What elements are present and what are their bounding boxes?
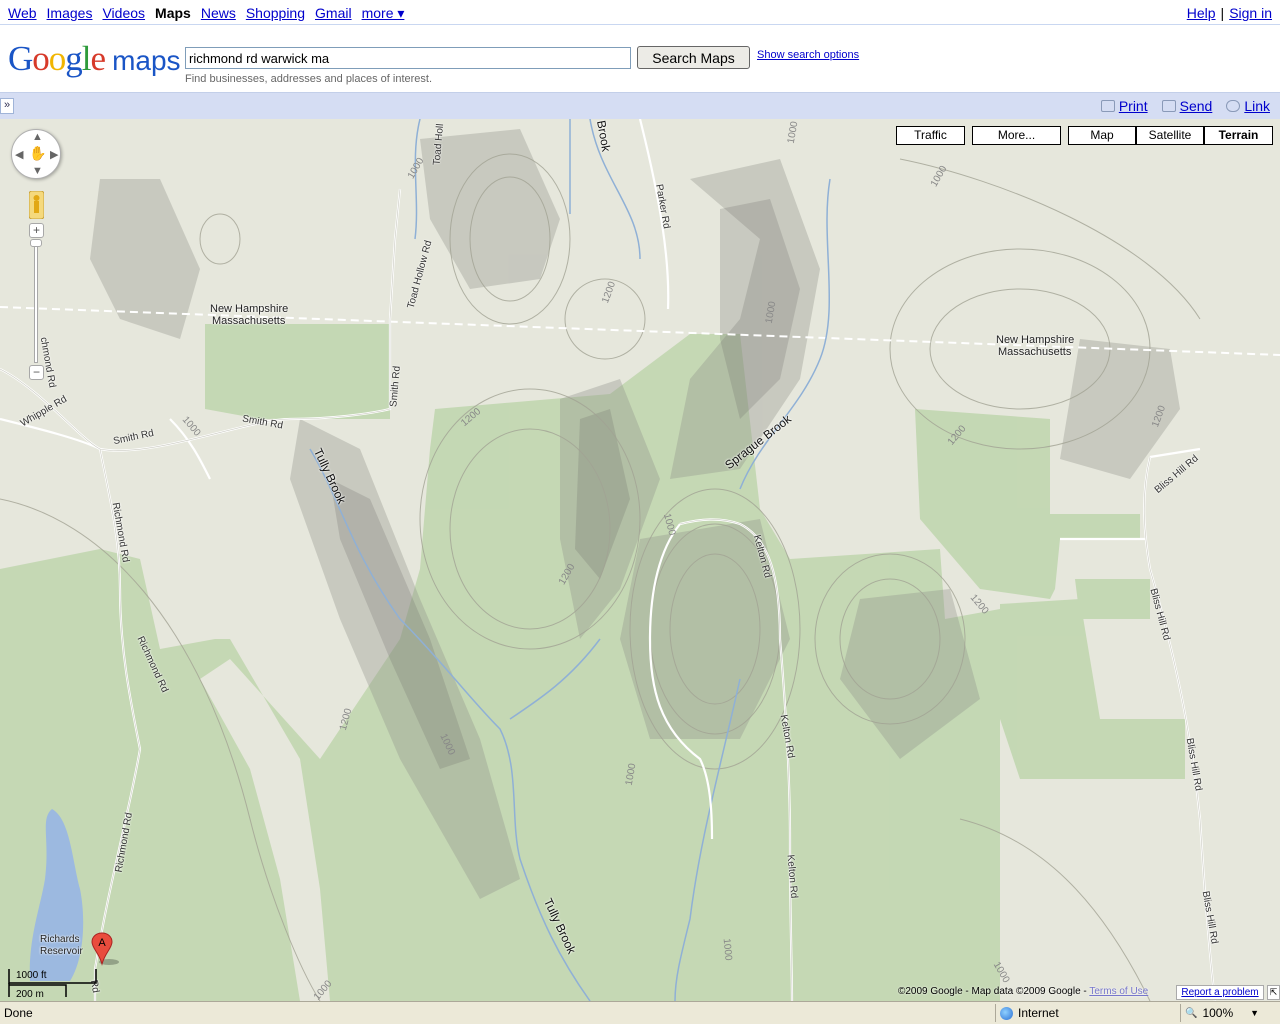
elevation-label: 1000 xyxy=(720,937,734,962)
more-layers-button[interactable]: More... xyxy=(972,126,1061,145)
link-link[interactable]: Link xyxy=(1244,98,1270,114)
print-icon xyxy=(1100,100,1115,112)
account-links: Help | Sign in xyxy=(1187,5,1272,21)
envelope-icon xyxy=(1161,100,1176,112)
zoom-slider-handle[interactable] xyxy=(30,239,42,247)
security-zone: Internet xyxy=(995,1004,1178,1022)
send-link[interactable]: Send xyxy=(1180,98,1213,114)
globe-icon xyxy=(1000,1006,1013,1020)
separator: | xyxy=(1220,5,1225,21)
status-text: Done xyxy=(4,1006,33,1020)
chain-link-icon xyxy=(1226,100,1241,112)
zoom-control: + − xyxy=(29,191,44,387)
pan-right-icon[interactable]: ▶ xyxy=(50,148,58,161)
overview-toggle-icon[interactable]: ⇱ xyxy=(1267,985,1280,1000)
state-label-nh-west: New Hampshire xyxy=(210,303,289,315)
zoom-level[interactable]: 🔍 100% ▼ xyxy=(1180,1004,1280,1022)
state-label-nh-east: New Hampshire xyxy=(996,334,1075,346)
terms-of-use-link[interactable]: Terms of Use xyxy=(1089,986,1148,997)
nav-link-news[interactable]: News xyxy=(201,5,236,22)
place-label-richards: Richards xyxy=(40,934,80,945)
product-links: Web Images Videos Maps News Shopping Gma… xyxy=(8,5,404,22)
nav-link-gmail[interactable]: Gmail xyxy=(315,5,352,22)
report-problem-link[interactable]: Report a problem xyxy=(1176,985,1264,1000)
nav-current-maps: Maps xyxy=(155,5,191,21)
map-type-satellite-button[interactable]: Satellite xyxy=(1136,126,1204,145)
browser-status-bar: Done Internet 🔍 100% ▼ xyxy=(0,1001,1280,1024)
state-label-ma-west: Massachusetts xyxy=(212,315,286,327)
zoom-slider-track[interactable] xyxy=(34,243,38,363)
expand-panel-button[interactable]: » xyxy=(0,98,14,114)
zone-label: Internet xyxy=(1018,1006,1059,1020)
traffic-button[interactable]: Traffic xyxy=(896,126,965,145)
nav-link-images[interactable]: Images xyxy=(47,5,93,22)
nav-link-videos[interactable]: Videos xyxy=(102,5,145,22)
nav-more-dropdown[interactable]: more ▾ xyxy=(362,5,405,22)
map-toolbar: » Print Send Link xyxy=(0,92,1280,119)
copyright-text: ©2009 Google - Map data ©2009 Google - T… xyxy=(898,986,1149,997)
hand-icon[interactable]: ✋ xyxy=(29,145,46,162)
pan-control[interactable]: ▲ ▼ ◀ ▶ ✋ xyxy=(11,129,61,179)
nav-link-shopping[interactable]: Shopping xyxy=(246,5,305,22)
pan-down-icon[interactable]: ▼ xyxy=(32,165,43,177)
search-input[interactable] xyxy=(185,47,631,69)
magnifier-icon: 🔍 xyxy=(1185,1007,1198,1019)
search-maps-button[interactable]: Search Maps xyxy=(637,46,750,69)
state-label-ma-east: Massachusetts xyxy=(998,346,1072,358)
search-hint: Find businesses, addresses and places of… xyxy=(185,73,433,85)
zoom-value: 100% xyxy=(1202,1006,1234,1020)
help-link[interactable]: Help xyxy=(1187,5,1216,21)
chevron-down-icon[interactable]: ▼ xyxy=(1250,1008,1259,1018)
google-maps-logo[interactable]: Google maps xyxy=(8,39,181,79)
map-type-terrain-button[interactable]: Terrain xyxy=(1204,126,1273,145)
svg-text:A: A xyxy=(98,937,106,949)
show-search-options-link[interactable]: Show search options xyxy=(757,49,859,61)
terrain-layer xyxy=(0,119,1280,1001)
map-canvas[interactable]: New Hampshire Massachusetts New Hampshir… xyxy=(0,119,1280,1001)
nav-link-web[interactable]: Web xyxy=(8,5,37,22)
scale-feet: 1000 ft xyxy=(16,970,47,981)
zoom-in-button[interactable]: + xyxy=(29,223,44,238)
zoom-out-button[interactable]: − xyxy=(29,365,44,380)
print-link[interactable]: Print xyxy=(1119,98,1148,114)
pan-left-icon[interactable]: ◀ xyxy=(15,148,23,161)
pegman-icon[interactable] xyxy=(29,191,44,219)
scale-meters: 200 m xyxy=(16,989,44,1000)
top-nav-bar: Web Images Videos Maps News Shopping Gma… xyxy=(0,0,1280,25)
location-marker-a[interactable]: A xyxy=(91,931,125,967)
pan-up-icon[interactable]: ▲ xyxy=(32,131,43,143)
place-label-reservoir: Reservoir xyxy=(40,946,83,957)
map-type-map-button[interactable]: Map xyxy=(1068,126,1136,145)
sign-in-link[interactable]: Sign in xyxy=(1229,5,1272,21)
search-header: Googlemaps Search Maps Show search optio… xyxy=(0,26,1280,92)
scale-bar: 1000 ft 200 m xyxy=(8,969,103,1000)
